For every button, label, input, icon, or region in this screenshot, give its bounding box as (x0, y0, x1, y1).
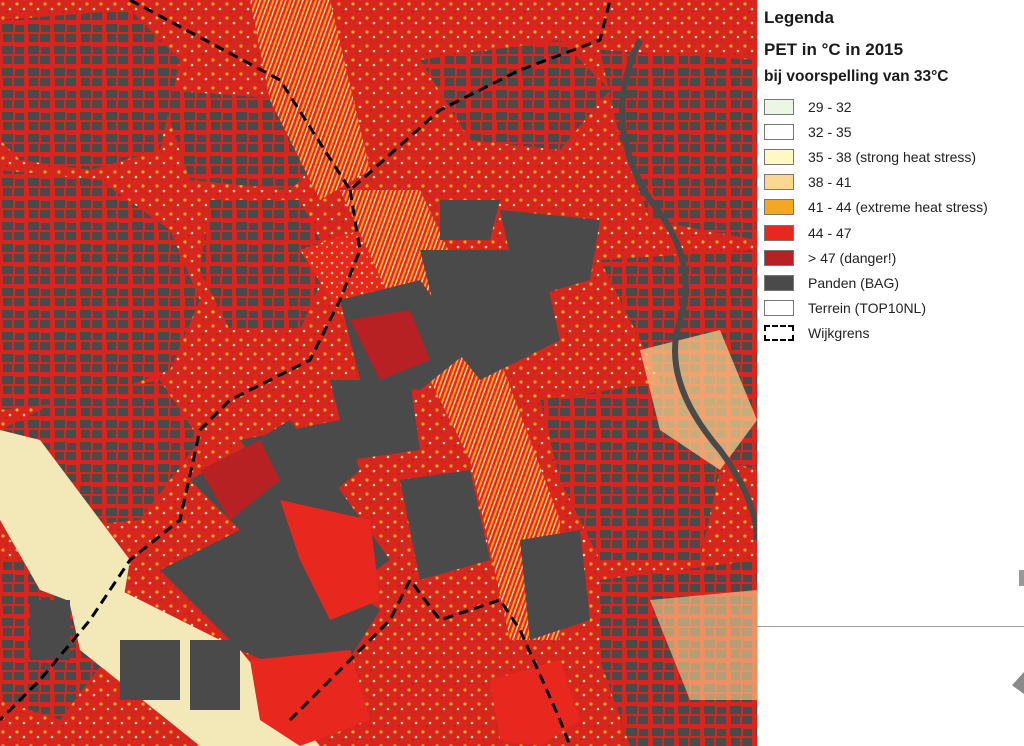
map-legend: Legenda PET in °C in 2015 bij voorspelli… (757, 0, 1024, 352)
legend-item: > 47 (danger!) (764, 245, 1024, 270)
legend-item-label: 38 - 41 (808, 174, 852, 191)
legend-title: Legenda (764, 8, 834, 27)
legend-item-label: 35 - 38 (strong heat stress) (808, 148, 977, 165)
legend-item: Wijkgrens (764, 321, 1024, 346)
legend-subtitle-forecast: bij voorspelling van 33°C (764, 68, 949, 85)
legend-swatch (764, 123, 794, 140)
heat-stress-map[interactable] (0, 0, 757, 746)
legend-item: 38 - 41 (764, 170, 1024, 195)
legend-item: 41 - 44 (extreme heat stress) (764, 195, 1024, 220)
legend-item: Terrein (TOP10NL) (764, 296, 1024, 321)
legend-swatch (764, 199, 794, 216)
legend-item-label: > 47 (danger!) (808, 249, 897, 266)
legend-swatch (764, 300, 794, 317)
legend-subtitle: PET in °C in 2015 (764, 40, 904, 59)
legend-item: 29 - 32 (764, 94, 1024, 119)
legend-swatch (764, 98, 794, 115)
legend-item-label: Panden (BAG) (808, 274, 900, 291)
legend-swatch (764, 174, 794, 191)
legend-item: 44 - 47 (764, 220, 1024, 245)
legend-item-label: Terrein (TOP10NL) (808, 300, 927, 317)
legend-item-label: 29 - 32 (808, 98, 852, 115)
legend-swatch (764, 148, 794, 165)
legend-item: 32 - 35 (764, 119, 1024, 144)
legend-item: 35 - 38 (strong heat stress) (764, 144, 1024, 169)
legend-swatch-dashed (764, 325, 794, 342)
legend-swatch (764, 224, 794, 241)
legend-item-label: 41 - 44 (extreme heat stress) (808, 199, 988, 216)
legend-item: Panden (BAG) (764, 270, 1024, 295)
map-canvas (0, 0, 757, 746)
legend-swatch (764, 249, 794, 266)
legend-swatch (764, 274, 794, 291)
legend-item-label: 32 - 35 (808, 123, 852, 140)
side-panel-blank (757, 352, 1024, 746)
legend-item-label: Wijkgrens (808, 325, 870, 342)
tick-mark-icon (1019, 570, 1024, 586)
legend-item-label: 44 - 47 (808, 224, 852, 241)
divider-line (757, 626, 1024, 627)
